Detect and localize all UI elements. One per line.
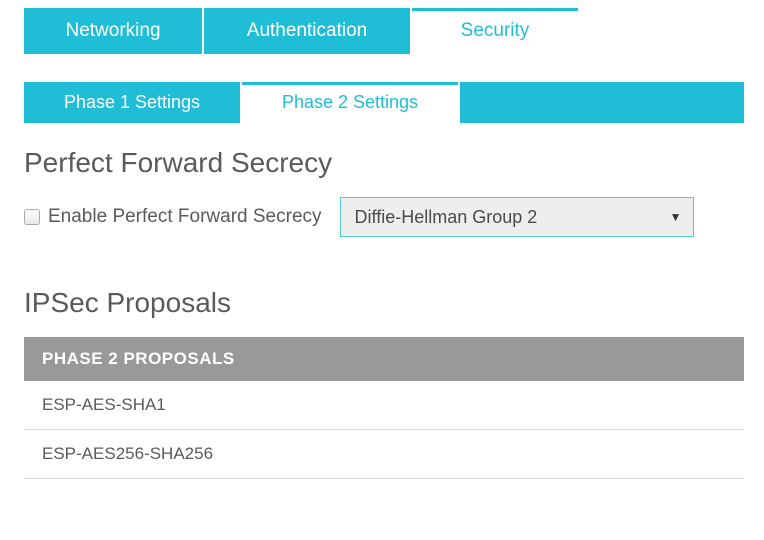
pfs-heading: Perfect Forward Secrecy: [24, 147, 744, 179]
ipsec-section: IPSec Proposals PHASE 2 PROPOSALS ESP-AE…: [24, 287, 744, 479]
pfs-checkbox-wrap: Enable Perfect Forward Secrecy: [24, 206, 322, 228]
enable-pfs-label: Enable Perfect Forward Secrecy: [48, 206, 322, 228]
tab-phase1-settings[interactable]: Phase 1 Settings: [24, 82, 240, 123]
enable-pfs-checkbox[interactable]: [24, 209, 40, 225]
primary-tabs: Networking Authentication Security: [24, 8, 744, 54]
pfs-row: Enable Perfect Forward Secrecy Diffie-He…: [24, 197, 744, 237]
table-row[interactable]: ESP-AES-SHA1: [24, 381, 744, 430]
tab-authentication[interactable]: Authentication: [204, 8, 410, 54]
tab-security[interactable]: Security: [412, 8, 578, 54]
tab-spacer: [460, 82, 744, 123]
ipsec-heading: IPSec Proposals: [24, 287, 744, 319]
secondary-tabs: Phase 1 Settings Phase 2 Settings: [24, 82, 744, 123]
proposals-table-header: PHASE 2 PROPOSALS: [24, 337, 744, 381]
tab-phase2-settings[interactable]: Phase 2 Settings: [242, 82, 458, 123]
tab-networking[interactable]: Networking: [24, 8, 202, 54]
dh-group-select-wrap: Diffie-Hellman Group 2 ▼: [340, 197, 694, 237]
table-row[interactable]: ESP-AES256-SHA256: [24, 430, 744, 479]
dh-group-selected-value: Diffie-Hellman Group 2: [355, 207, 538, 228]
dh-group-select[interactable]: Diffie-Hellman Group 2: [340, 197, 694, 237]
